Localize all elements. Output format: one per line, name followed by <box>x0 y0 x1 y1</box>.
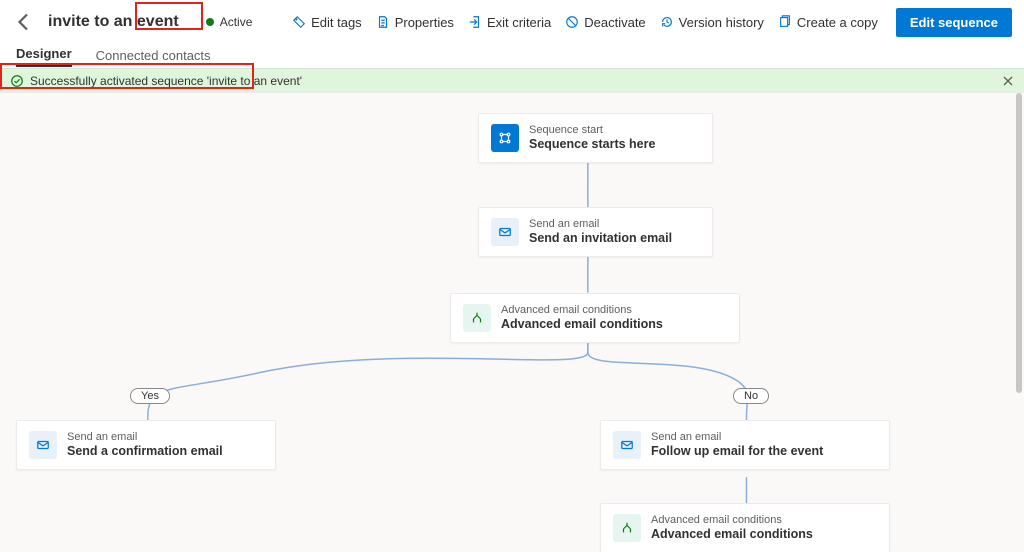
header-bar: invite to an event Active Edit tags Prop… <box>0 0 1024 44</box>
banner-close-button[interactable] <box>1000 73 1016 89</box>
history-icon <box>660 15 674 29</box>
designer-canvas[interactable]: Sequence start Sequence starts here Send… <box>0 92 1024 552</box>
success-banner: Successfully activated sequence 'invite … <box>0 68 1024 92</box>
email-icon <box>491 218 519 246</box>
node-title: Send a confirmation email <box>67 444 223 459</box>
success-check-icon <box>10 74 24 88</box>
node-subtitle: Send an email <box>529 218 672 231</box>
node-subtitle: Sequence start <box>529 124 655 137</box>
node-confirmation-email[interactable]: Send an email Send a confirmation email <box>16 420 276 470</box>
exit-icon <box>468 15 482 29</box>
exit-criteria-button[interactable]: Exit criteria <box>468 15 551 30</box>
document-icon <box>376 15 390 29</box>
edit-sequence-button[interactable]: Edit sequence <box>896 8 1012 37</box>
back-button[interactable] <box>12 10 36 34</box>
tag-icon <box>292 15 306 29</box>
node-send-invitation-email[interactable]: Send an email Send an invitation email <box>478 207 713 257</box>
arrow-left-icon <box>12 10 36 34</box>
node-title: Advanced email conditions <box>651 527 813 542</box>
node-title: Advanced email conditions <box>501 317 663 332</box>
version-history-button[interactable]: Version history <box>660 15 764 30</box>
node-sequence-start[interactable]: Sequence start Sequence starts here <box>478 113 713 163</box>
node-subtitle: Advanced email conditions <box>651 514 813 527</box>
node-advanced-conditions-1[interactable]: Advanced email conditions Advanced email… <box>450 293 740 343</box>
status-pill: Active <box>195 12 264 32</box>
command-bar: Edit tags Properties Exit criteria Deact… <box>292 8 1012 37</box>
condition-icon <box>613 514 641 542</box>
banner-message: Successfully activated sequence 'invite … <box>30 74 302 88</box>
node-title: Sequence starts here <box>529 137 655 152</box>
branch-yes-label: Yes <box>130 388 170 404</box>
create-copy-button[interactable]: Create a copy <box>778 15 878 30</box>
node-title: Send an invitation email <box>529 231 672 246</box>
condition-icon <box>463 304 491 332</box>
start-icon <box>491 124 519 152</box>
close-icon <box>1000 73 1016 89</box>
deactivate-button[interactable]: Deactivate <box>565 15 645 30</box>
edit-tags-button[interactable]: Edit tags <box>292 15 362 30</box>
email-icon <box>29 431 57 459</box>
vertical-scrollbar[interactable] <box>1016 93 1022 393</box>
properties-button[interactable]: Properties <box>376 15 454 30</box>
node-subtitle: Advanced email conditions <box>501 304 663 317</box>
node-followup-email[interactable]: Send an email Follow up email for the ev… <box>600 420 890 470</box>
deactivate-icon <box>565 15 579 29</box>
tab-connected-contacts[interactable]: Connected contacts <box>96 48 211 67</box>
node-advanced-conditions-2[interactable]: Advanced email conditions Advanced email… <box>600 503 890 552</box>
node-subtitle: Send an email <box>67 431 223 444</box>
branch-no-label: No <box>733 388 769 404</box>
status-label: Active <box>220 15 253 29</box>
tab-strip: Designer Connected contacts <box>0 44 1024 68</box>
status-dot-icon <box>206 18 214 26</box>
tab-designer[interactable]: Designer <box>16 46 72 67</box>
copy-icon <box>778 15 792 29</box>
node-title: Follow up email for the event <box>651 444 823 459</box>
page-title: invite to an event <box>48 13 179 31</box>
email-icon <box>613 431 641 459</box>
node-subtitle: Send an email <box>651 431 823 444</box>
